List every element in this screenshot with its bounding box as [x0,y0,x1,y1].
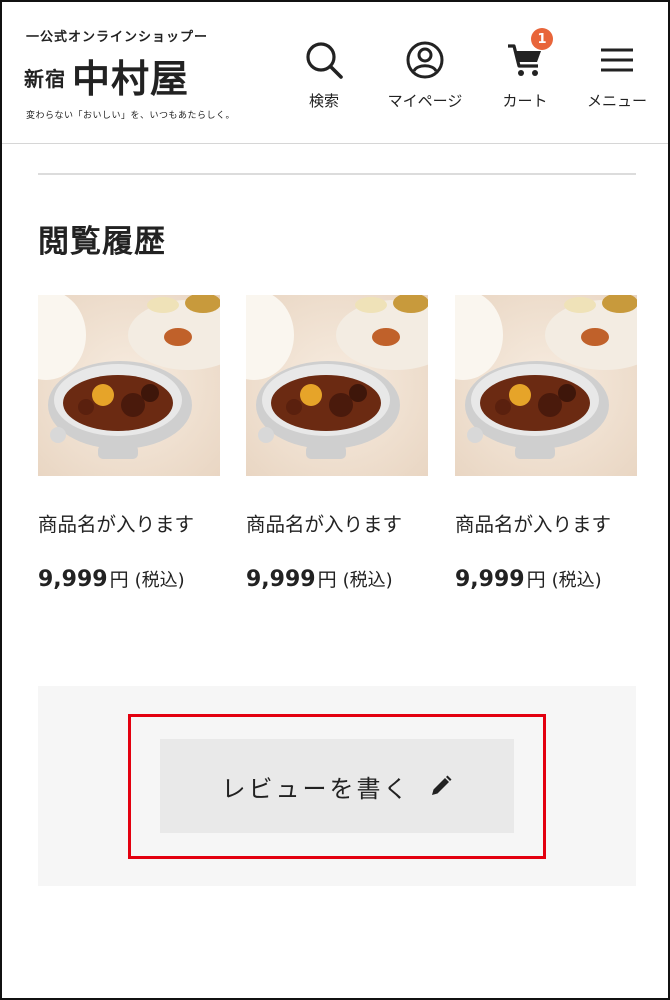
price-amount: 9,999 [38,567,108,592]
site-header: 一公式オンラインショップー 新宿 中村屋 変わらない「おいしい」を、いつもあたらし… [2,2,668,144]
nav-cart-label: カート [502,92,548,110]
hamburger-menu-icon [595,38,639,82]
user-icon [403,38,447,82]
page-frame: 一公式オンラインショップー 新宿 中村屋 変わらない「おいしい」を、いつもあたらし… [0,0,670,1000]
pencil-icon [429,774,453,798]
nav-mypage-button[interactable]: マイページ [382,38,468,111]
history-title: 閲覧履歴 [38,224,166,260]
product-image[interactable] [246,295,428,476]
section-divider [38,173,636,175]
price-currency: 円 [526,569,546,591]
product-name[interactable]: 商品名が入ります [455,508,637,537]
nav-menu-button[interactable]: メニュー [584,38,650,111]
logo-subtitle: 変わらない「おいしい」を、いつもあたらしく。 [26,111,236,121]
logo-name-small: 新宿 [24,67,66,91]
product-name[interactable]: 商品名が入ります [246,508,428,537]
product-card[interactable]: 商品名が入ります 9,999 円 (税込) [38,295,220,592]
product-price: 9,999 円 (税込) [246,565,428,592]
product-price: 9,999 円 (税込) [455,565,637,592]
product-card[interactable]: 商品名が入ります 9,999 円 (税込) [246,295,428,592]
product-card[interactable]: 商品名が入ります 9,999 円 (税込) [455,295,637,592]
product-price: 9,999 円 (税込) [38,565,220,592]
write-review-button[interactable]: レビューを書く [160,739,514,833]
price-currency: 円 [109,569,129,591]
price-tax-note: (税込) [134,570,185,591]
price-tax-note: (税込) [551,570,602,591]
search-icon [302,38,346,82]
cart-icon: 1 [503,28,553,82]
nav-cart-button[interactable]: 1 カート [498,28,553,111]
price-amount: 9,999 [455,567,525,592]
logo-wordmark: 新宿 中村屋 [24,48,189,103]
nav-search-button[interactable]: 検索 [302,38,346,111]
product-image[interactable] [38,295,220,476]
price-tax-note: (税込) [342,570,393,591]
write-review-label: レビューを書く [221,774,411,803]
price-currency: 円 [317,569,337,591]
price-amount: 9,999 [246,567,316,592]
logo-tagline: 一公式オンラインショップー [26,30,209,45]
product-name[interactable]: 商品名が入ります [38,508,220,537]
cart-count-badge: 1 [531,28,553,50]
nav-mypage-label: マイページ [387,92,463,110]
site-logo[interactable]: 一公式オンラインショップー 新宿 中村屋 変わらない「おいしい」を、いつもあたらし… [24,26,235,121]
logo-name-big: 中村屋 [72,56,190,101]
nav-search-label: 検索 [308,92,339,110]
nav-menu-label: メニュー [586,92,647,110]
product-image[interactable] [455,295,637,476]
